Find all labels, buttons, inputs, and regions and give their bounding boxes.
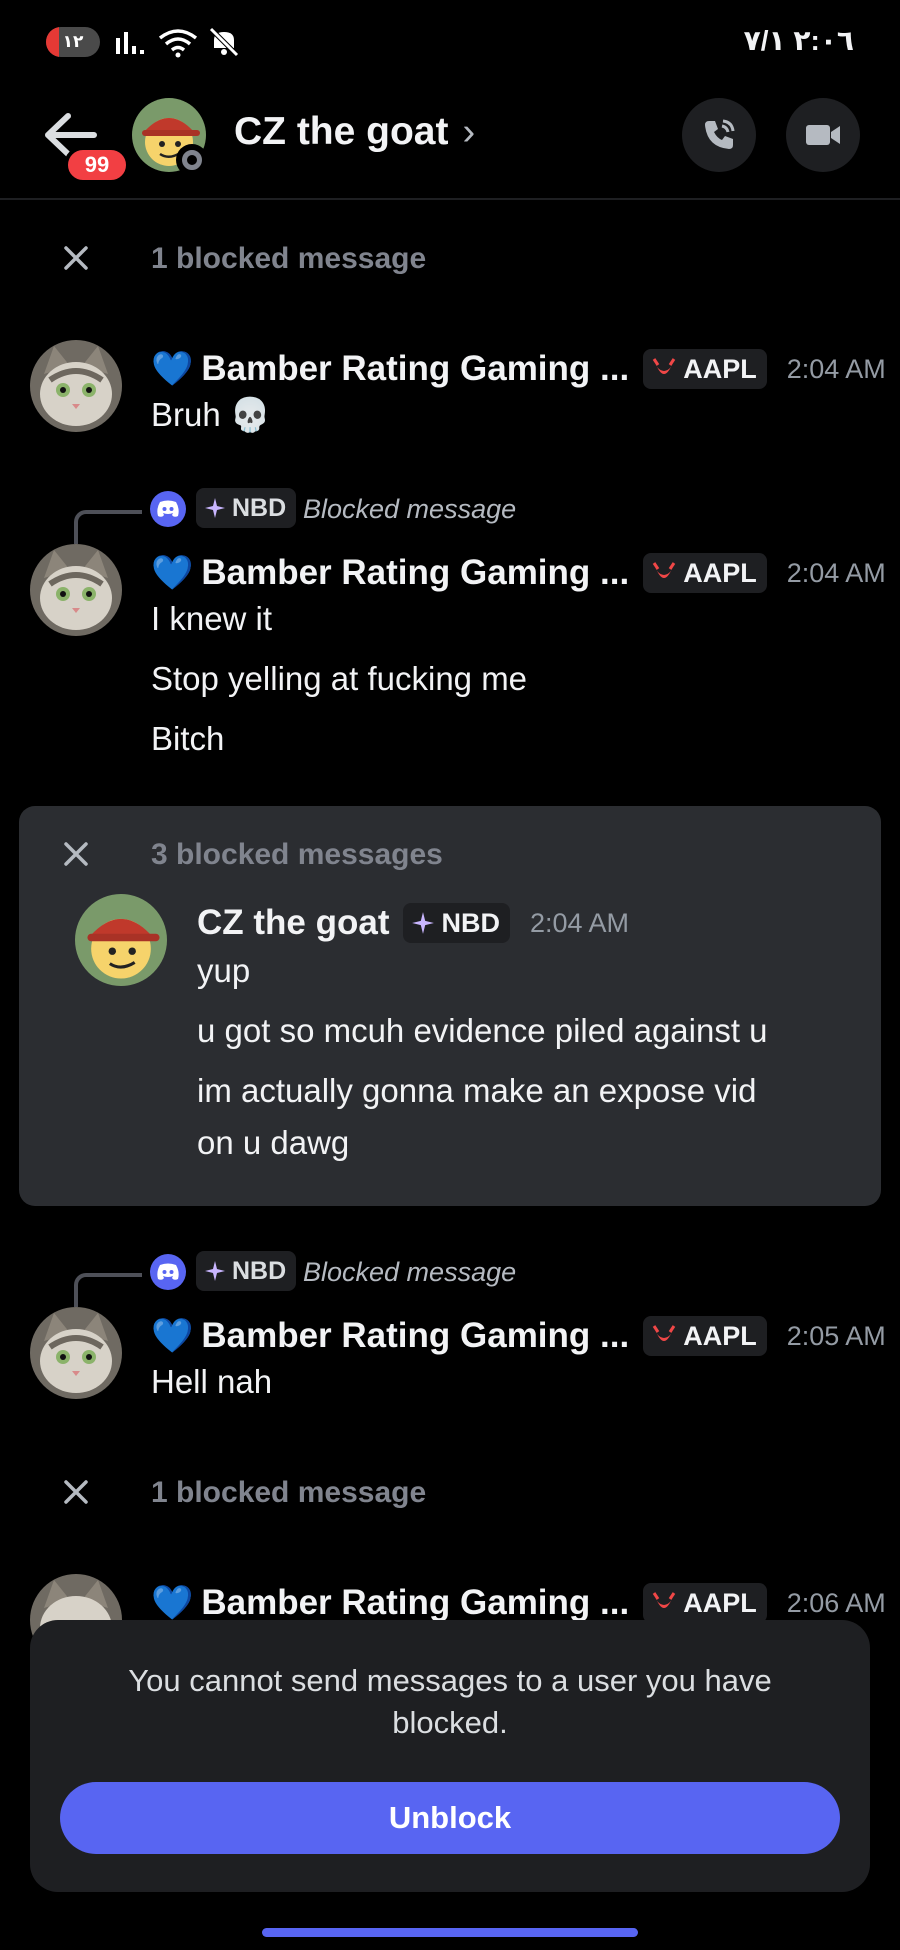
message-text: on u dawg	[197, 1124, 350, 1161]
server-tag[interactable]: NBD	[196, 488, 297, 528]
server-tag[interactable]: AAPL	[643, 553, 767, 593]
server-tag[interactable]: AAPL	[643, 1316, 767, 1356]
avatar[interactable]	[30, 340, 122, 432]
avatar[interactable]	[75, 894, 167, 986]
offline-status-indicator	[176, 144, 208, 176]
unblock-button[interactable]: Unblock	[60, 1782, 840, 1854]
close-icon[interactable]	[62, 244, 90, 272]
timestamp: 2:04 AM	[786, 557, 886, 588]
server-tag[interactable]: NBD	[403, 903, 510, 943]
blocked-message-row[interactable]: 1 blocked message	[0, 228, 900, 288]
heart-emoji: 💙	[151, 1317, 194, 1355]
blocked-message-label: 1 blocked message	[151, 242, 427, 275]
reply-preview-text: Blocked message	[303, 1257, 517, 1287]
status-clock: ٢:٠٦ ٧/١	[743, 25, 854, 56]
blocked-message-label: 1 blocked message	[151, 1476, 427, 1509]
clan-badge-icon	[652, 358, 676, 374]
blocked-message-row[interactable]: 1 blocked message	[0, 1462, 900, 1522]
unread-badge: 99	[64, 146, 130, 184]
blocked-notice-text: You cannot send messages to a user you h…	[128, 1663, 772, 1740]
blocked-user-notice-sheet: You cannot send messages to a user you h…	[30, 1620, 870, 1892]
message-text: I knew it	[151, 600, 273, 637]
author-name[interactable]: Bamber Rating Gaming ...	[201, 1583, 629, 1623]
timestamp: 2:05 AM	[786, 1320, 886, 1351]
chat-title[interactable]: CZ the goat ›	[234, 110, 475, 154]
timestamp: 2:04 AM	[529, 907, 630, 938]
blocked-message-label: 3 blocked messages	[151, 838, 443, 871]
avatar[interactable]	[30, 1307, 122, 1399]
author-name[interactable]: Bamber Rating Gaming ...	[201, 349, 629, 389]
author-name[interactable]: Bamber Rating Gaming ...	[201, 553, 629, 593]
blocked-message-row[interactable]: 3 blocked messages	[0, 824, 900, 884]
chevron-right-icon: ›	[462, 110, 476, 153]
message-text: Stop yelling at fucking me	[151, 660, 528, 697]
heart-emoji: 💙	[151, 350, 194, 388]
message-text: im actually gonna make an expose vid	[197, 1072, 757, 1109]
wifi-icon	[158, 29, 198, 58]
clan-badge-icon	[652, 1325, 676, 1341]
heart-emoji: 💙	[151, 1584, 194, 1622]
author-name[interactable]: Bamber Rating Gaming ...	[201, 1316, 629, 1356]
heart-emoji: 💙	[151, 554, 194, 592]
signal-bars-icon	[116, 32, 144, 54]
close-icon[interactable]	[62, 840, 90, 868]
message-text: Bitch	[151, 720, 225, 757]
sparkle-icon	[205, 498, 225, 518]
voice-call-button[interactable]	[682, 98, 756, 172]
avatar[interactable]	[30, 544, 122, 636]
video-camera-icon	[806, 125, 840, 145]
status-bar: ١٢ ٢:٠٦ ٧/١	[0, 0, 900, 84]
timestamp: 2:04 AM	[786, 353, 886, 384]
sparkle-icon	[412, 912, 435, 934]
close-icon[interactable]	[62, 1478, 90, 1506]
server-tag[interactable]: NBD	[196, 1251, 297, 1291]
server-tag[interactable]: AAPL	[643, 349, 767, 389]
message-text: yup	[197, 952, 251, 989]
sparkle-icon	[205, 1261, 225, 1281]
discord-logo-icon	[150, 1254, 186, 1290]
reply-preview-text: Blocked message	[303, 494, 517, 524]
muted-icon	[209, 27, 239, 57]
reply-reference[interactable]: NBD Blocked message	[0, 484, 900, 544]
timestamp: 2:06 AM	[786, 1587, 886, 1618]
phone-call-icon	[705, 119, 735, 149]
message-text: Bruh 💀	[151, 396, 271, 433]
clan-badge-icon	[652, 562, 676, 578]
chat-header: 99 CZ the goat ›	[0, 84, 900, 200]
message-text: Hell nah	[151, 1363, 273, 1400]
video-call-button[interactable]	[786, 98, 860, 172]
author-name[interactable]: CZ the goat	[197, 903, 389, 943]
message-text: u got so mcuh evidence piled against u	[197, 1012, 768, 1049]
server-tag[interactable]: AAPL	[643, 1583, 767, 1623]
blocked-messages-panel: 3 blocked messages CZ the goat NBD 2:04 …	[19, 806, 881, 1206]
home-indicator[interactable]	[262, 1928, 638, 1937]
reply-reference[interactable]: NBD Blocked message	[0, 1247, 900, 1307]
clan-badge-icon	[652, 1592, 676, 1608]
battery-indicator: ١٢	[46, 27, 100, 57]
discord-logo-icon	[150, 491, 186, 527]
